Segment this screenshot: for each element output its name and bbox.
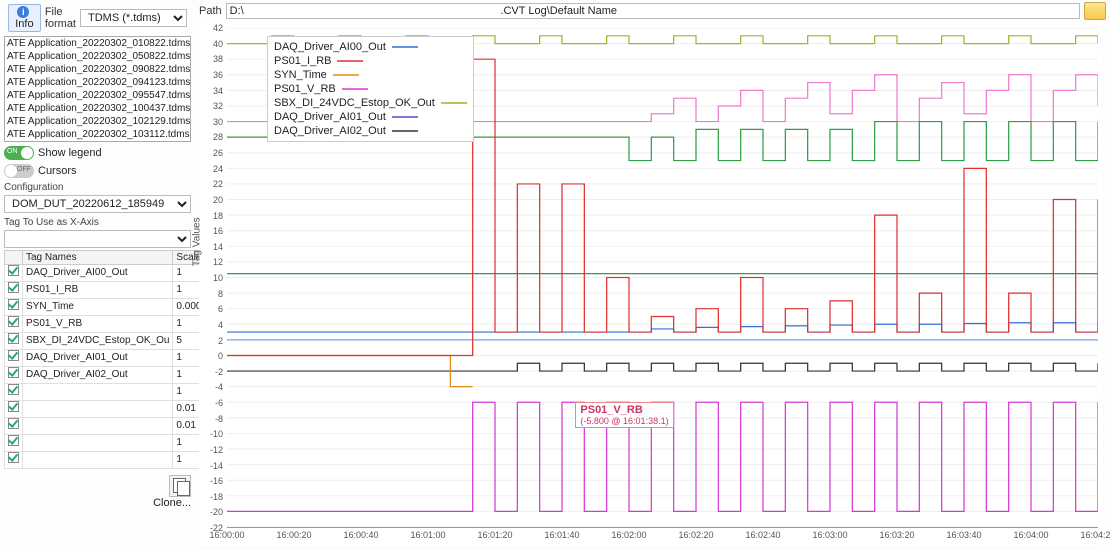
y-tick: 38 [213,54,223,64]
x-tick: 16:03:20 [879,530,914,540]
y-tick: 26 [213,148,223,158]
y-tick: 34 [213,86,223,96]
y-tick: 22 [213,179,223,189]
y-tick: 4 [218,320,223,330]
row-checkbox[interactable] [8,316,19,327]
y-tick: 32 [213,101,223,111]
row-checkbox[interactable] [8,265,19,276]
fileformat-select[interactable]: TDMS (*.tdms) [80,9,187,27]
config-label: Configuration [4,182,191,193]
file-list-item[interactable]: ATE Application_20220302_103112.tdms (0.… [5,128,190,141]
y-tick: 16 [213,226,223,236]
row-checkbox[interactable] [8,333,19,344]
y-tick: 6 [218,304,223,314]
x-tick: 16:04:20 [1080,530,1110,540]
file-list-item[interactable]: ATE Application_20220302_094123.tdms (12… [5,76,190,89]
y-tick: 20 [213,195,223,205]
y-tick: -18 [210,492,223,502]
y-tick: 28 [213,132,223,142]
browse-folder-button[interactable] [1084,2,1106,20]
path-input[interactable] [226,3,1080,19]
fileformat-label: File format [45,6,76,30]
x-tick: 16:04:00 [1013,530,1048,540]
row-checkbox[interactable] [8,452,19,463]
x-tick: 16:03:40 [946,530,981,540]
config-select[interactable]: DOM_DUT_20220612_185949 [4,195,191,213]
file-list-item[interactable]: ATE Application_20220302_102129.tdms (9.… [5,115,190,128]
row-checkbox[interactable] [8,299,19,310]
y-tick: 42 [213,23,223,33]
y-tick: -6 [215,398,223,408]
info-icon: i [17,6,29,18]
legend-item: DAQ_Driver_AI01_Out [274,110,467,124]
file-list-item[interactable]: ATE Application_20220302_103727.tdms (4.… [5,141,190,142]
cursors-toggle[interactable]: OFF [4,164,34,178]
y-tick: 8 [218,289,223,299]
legend-item: PS01_V_RB [274,82,467,96]
x-tick: 16:02:40 [745,530,780,540]
row-checkbox[interactable] [8,367,19,378]
y-tick: 2 [218,336,223,346]
y-tick: 24 [213,164,223,174]
x-tick: 16:01:40 [544,530,579,540]
clone-button[interactable] [169,475,191,497]
file-list-item[interactable]: ATE Application_20220302_095547.tdms (7.… [5,89,190,102]
y-tick: -8 [215,414,223,424]
y-tick: 36 [213,70,223,80]
y-tick: 14 [213,242,223,252]
y-tick: 40 [213,39,223,49]
file-list-item[interactable]: ATE Application_20220302_100437.tdms (16… [5,102,190,115]
cursors-label: Cursors [38,165,77,177]
x-tick: 16:02:00 [611,530,646,540]
cursor-tooltip: PS01_V_RB(-5.800 @ 16:01:38.1) [575,402,673,428]
y-tick: -12 [210,445,223,455]
y-tick: 18 [213,211,223,221]
file-list-item[interactable]: ATE Application_20220302_010822.tdms (25… [5,37,190,50]
path-label: Path [199,5,222,17]
xaxis-tag-select[interactable] [4,230,191,248]
y-tick: -16 [210,476,223,486]
y-tick: -14 [210,461,223,471]
show-legend-label: Show legend [38,147,102,159]
legend-item: DAQ_Driver_AI00_Out [274,40,467,54]
y-tick: -10 [210,429,223,439]
x-tick: 16:03:00 [812,530,847,540]
x-tick: 16:00:40 [343,530,378,540]
y-tick: 10 [213,273,223,283]
y-tick: -4 [215,382,223,392]
legend-item: DAQ_Driver_AI02_Out [274,124,467,138]
row-checkbox[interactable] [8,384,19,395]
y-tick: 0 [218,351,223,361]
x-tick: 16:01:00 [410,530,445,540]
x-tick: 16:01:20 [477,530,512,540]
y-tick: 30 [213,117,223,127]
row-checkbox[interactable] [8,350,19,361]
legend-item: SBX_DI_24VDC_Estop_OK_Out [274,96,467,110]
clone-label: Clone... [153,497,191,509]
row-checkbox[interactable] [8,418,19,429]
row-checkbox[interactable] [8,435,19,446]
row-checkbox[interactable] [8,401,19,412]
legend: DAQ_Driver_AI00_OutPS01_I_RBSYN_TimePS01… [267,36,474,142]
file-list-item[interactable]: ATE Application_20220302_050822.tdms (24… [5,50,190,63]
row-checkbox[interactable] [8,282,19,293]
legend-item: SYN_Time [274,68,467,82]
legend-item: PS01_I_RB [274,54,467,68]
file-list[interactable]: ATE Application_20220302_010822.tdms (25… [4,36,191,142]
info-label: Info [15,18,33,30]
plot-area[interactable]: Tag Values -22-20-18-16-14-12-10-8-6-4-2… [199,24,1102,546]
x-tick: 16:00:00 [209,530,244,540]
x-tick: 16:02:20 [678,530,713,540]
xaxis-tag-label: Tag To Use as X-Axis [4,217,191,228]
show-legend-toggle[interactable]: ON [4,146,34,160]
y-tick: -20 [210,507,223,517]
y-tick: -2 [215,367,223,377]
file-list-item[interactable]: ATE Application_20220302_090822.tdms (33… [5,63,190,76]
y-tick: 12 [213,257,223,267]
info-button[interactable]: iInfo [8,4,41,32]
x-tick: 16:00:20 [276,530,311,540]
